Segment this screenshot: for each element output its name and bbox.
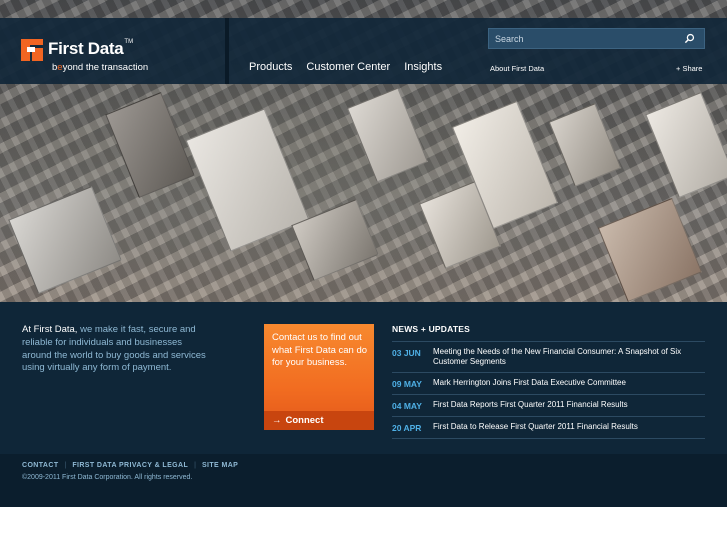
footer-links: CONTACT | FIRST DATA PRIVACY & LEGAL | S… [22,462,238,469]
news-item[interactable]: 04 MAY First Data Reports First Quarter … [392,395,705,417]
news-panel: NEWS + UPDATES 03 JUN Meeting the Needs … [392,324,705,439]
site-header: First Data TM beyond the transaction Pro… [0,18,727,84]
connect-button[interactable]: → Connect [264,411,374,430]
first-data-logo-icon [21,39,43,61]
footer-separator: | [194,462,196,469]
nav-item-products[interactable]: Products [249,61,292,73]
site-footer: CONTACT | FIRST DATA PRIVACY & LEGAL | S… [0,454,727,507]
search-icon[interactable] [684,33,695,44]
footer-link-contact[interactable]: CONTACT [22,462,59,469]
intro-lead: At First Data, [22,324,78,335]
copyright-text: ©2009-2011 First Data Corporation. All r… [22,474,193,481]
intro-text: At First Data, we make it fast, secure a… [22,324,207,375]
building-shape [645,92,727,198]
news-date: 03 JUN [392,348,421,358]
building-shape [8,186,122,294]
brand-logo[interactable]: First Data TM [21,39,133,61]
building-shape [185,108,310,252]
connect-label: Connect [285,415,324,426]
content-section: At First Data, we make it fast, secure a… [0,302,727,454]
search-input[interactable] [495,32,675,46]
news-date: 20 APR [392,423,422,433]
brand-tagline: beyond the transaction [52,62,148,73]
news-headline[interactable]: First Data to Release First Quarter 2011… [433,422,638,433]
news-headline[interactable]: First Data Reports First Quarter 2011 Fi… [433,400,628,411]
brand-trademark: TM [124,39,134,45]
brand-name: First Data [48,39,124,58]
main-nav: Products Customer Center Insights [249,61,442,73]
news-item[interactable]: 20 APR First Data to Release First Quart… [392,417,705,439]
nav-item-insights[interactable]: Insights [404,61,442,73]
header-divider [225,18,229,84]
about-link[interactable]: About First Data [490,64,544,73]
news-item[interactable]: 03 JUN Meeting the Needs of the New Fina… [392,342,705,373]
footer-separator: | [64,462,67,469]
building-shape [548,103,622,187]
news-item[interactable]: 09 MAY Mark Herrington Joins First Data … [392,373,705,395]
building-shape [347,87,428,183]
contact-cta-panel[interactable]: Contact us to find out what First Data c… [264,324,374,430]
search-box [488,28,705,49]
cta-text: Contact us to find out what First Data c… [272,332,368,368]
news-headline[interactable]: Mark Herrington Joins First Data Executi… [433,378,626,389]
nav-item-customer-center[interactable]: Customer Center [306,61,390,73]
news-date: 09 MAY [392,379,422,389]
news-title: NEWS + UPDATES [392,324,705,342]
share-link[interactable]: + Share [676,64,702,73]
news-date: 04 MAY [392,401,422,411]
footer-link-privacy-legal[interactable]: FIRST DATA PRIVACY & LEGAL [72,462,188,469]
building-shape [597,197,703,302]
tagline-rest: yond the transaction [62,62,149,73]
arrow-right-icon: → [272,415,282,426]
building-shape [105,92,195,198]
news-headline[interactable]: Meeting the Needs of the New Financial C… [433,347,705,367]
footer-link-site-map[interactable]: SITE MAP [202,462,238,469]
